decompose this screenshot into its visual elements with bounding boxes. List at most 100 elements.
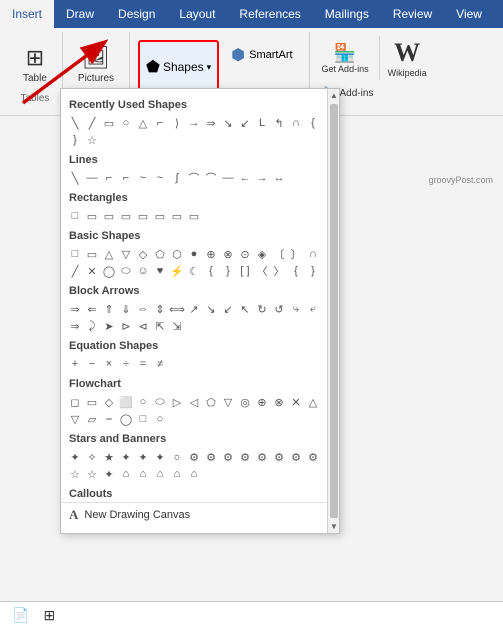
shape-item[interactable]: ⚙ (288, 449, 304, 465)
wikipedia-button[interactable]: W Wikipedia (379, 36, 431, 80)
shape-item[interactable]: ▭ (152, 208, 168, 224)
shape-item[interactable]: ╱ (67, 263, 83, 279)
shape-item[interactable]: ◯ (101, 263, 117, 279)
shape-item[interactable]: ▭ (169, 208, 185, 224)
shape-item[interactable]: → (254, 170, 270, 186)
shape-item[interactable]: ✦ (118, 449, 134, 465)
shape-item[interactable]: = (135, 356, 151, 372)
shape-item[interactable]: ⊲ (135, 318, 151, 334)
shape-item[interactable]: { (203, 263, 219, 279)
shape-item[interactable]: ⚙ (220, 449, 236, 465)
shape-item[interactable]: ⌂ (186, 466, 202, 482)
shape-item[interactable]: 〕 (288, 246, 304, 262)
shape-item[interactable]: ⎯ (101, 411, 117, 427)
shape-item[interactable]: — (220, 170, 236, 186)
shape-item[interactable]: ↖ (237, 301, 253, 317)
shape-item[interactable]: 〈 (254, 263, 270, 279)
shape-item[interactable]: ○ (135, 394, 151, 410)
shape-item[interactable]: 〉 (271, 263, 287, 279)
pictures-button[interactable]: 🖼 Pictures (71, 37, 121, 93)
shape-item[interactable]: ∫ (169, 170, 185, 186)
shape-item[interactable]: ╱ (84, 115, 100, 131)
shape-item[interactable]: ⇐ (84, 301, 100, 317)
shape-item[interactable]: ⚙ (186, 449, 202, 465)
shape-item[interactable]: } (220, 263, 236, 279)
tab-view[interactable]: View (444, 0, 494, 28)
shape-item[interactable]: ▭ (118, 208, 134, 224)
shape-item[interactable]: ⚡ (169, 263, 185, 279)
tab-review[interactable]: Review (381, 0, 444, 28)
shape-item[interactable]: △ (101, 246, 117, 262)
tab-references[interactable]: References (227, 0, 312, 28)
shape-item[interactable]: ⇔ (135, 301, 151, 317)
shape-item[interactable]: ▭ (186, 208, 202, 224)
shape-item[interactable]: ↺ (271, 301, 287, 317)
shape-item[interactable]: ⌂ (118, 466, 134, 482)
shape-item[interactable]: ⤶ (305, 301, 321, 317)
shape-item[interactable]: ↻ (254, 301, 270, 317)
tab-mailings[interactable]: Mailings (313, 0, 381, 28)
shape-item[interactable]: □ (135, 411, 151, 427)
new-drawing-canvas-button[interactable]: A New Drawing Canvas (61, 502, 339, 527)
shape-item[interactable]: ⌒ (203, 170, 219, 186)
shape-item[interactable]: ⬭ (152, 394, 168, 410)
shape-item[interactable]: ⬭ (118, 263, 134, 279)
shape-item[interactable]: ☆ (84, 132, 100, 148)
tab-insert[interactable]: Insert (0, 0, 54, 28)
shape-item[interactable]: + (67, 356, 83, 372)
shape-item[interactable]: ⚙ (254, 449, 270, 465)
shape-item[interactable]: ~ (135, 170, 151, 186)
shape-item[interactable]: ⊗ (271, 394, 287, 410)
shape-item[interactable]: ⬜ (118, 394, 134, 410)
scroll-up-arrow[interactable]: ▲ (328, 89, 339, 102)
table-view-button[interactable]: ⊞ (39, 605, 59, 626)
shape-item[interactable]: ▽ (67, 411, 83, 427)
page-view-button[interactable]: 📄 (8, 605, 33, 626)
shape-item[interactable]: ⌂ (169, 466, 185, 482)
shape-item[interactable]: ◯ (118, 411, 134, 427)
shape-item[interactable]: ⤷ (288, 301, 304, 317)
shape-item[interactable]: } (67, 132, 83, 148)
shape-item[interactable]: △ (305, 394, 321, 410)
shape-item[interactable]: ⇒ (203, 115, 219, 131)
shape-item[interactable]: ➤ (101, 318, 117, 334)
shape-item[interactable]: ∩ (288, 115, 304, 131)
shape-item[interactable]: [ ] (237, 263, 253, 279)
shape-item[interactable]: ♥ (152, 263, 168, 279)
shape-item[interactable]: ↗ (186, 301, 202, 317)
shape-item[interactable]: ● (186, 246, 202, 262)
shape-item[interactable]: ✕ (288, 394, 304, 410)
shape-item[interactable]: ⌂ (152, 466, 168, 482)
shape-item[interactable]: ◇ (101, 394, 117, 410)
shape-item[interactable]: ☼ (169, 449, 185, 465)
shape-item[interactable]: ◻ (67, 394, 83, 410)
shape-item[interactable]: { (305, 115, 321, 131)
shape-item[interactable]: △ (135, 115, 151, 131)
shape-item[interactable]: L (254, 115, 270, 131)
shape-item[interactable]: ▭ (101, 115, 117, 131)
shape-item[interactable]: ▽ (220, 394, 236, 410)
shape-item[interactable]: ⇒ (67, 318, 83, 334)
shape-item[interactable]: ○ (118, 115, 134, 131)
tab-layout[interactable]: Layout (167, 0, 227, 28)
shape-item[interactable]: ◎ (237, 394, 253, 410)
get-addins-button[interactable]: 🏪 Get Add-ins (318, 41, 373, 76)
shape-item[interactable]: ✧ (84, 449, 100, 465)
shape-item[interactable]: ⌐ (101, 170, 117, 186)
shape-item[interactable]: → (186, 115, 202, 131)
shape-item[interactable]: ⇒ (67, 301, 83, 317)
shape-item[interactable]: ▭ (84, 208, 100, 224)
shape-item[interactable]: ▭ (101, 208, 117, 224)
table-button[interactable]: ⊞ Table (16, 37, 54, 93)
shape-item[interactable]: ↰ (271, 115, 287, 131)
shape-item[interactable]: ↘ (220, 115, 236, 131)
shape-item[interactable]: ⚙ (305, 449, 321, 465)
shape-item[interactable]: ⌐ (152, 115, 168, 131)
shape-item[interactable]: − (84, 356, 100, 372)
shape-item[interactable]: ⊗ (220, 246, 236, 262)
shape-item[interactable]: ☺ (135, 263, 151, 279)
shape-item[interactable]: ▷ (169, 394, 185, 410)
dropdown-scrollbar[interactable]: ▲ ▼ (327, 89, 339, 533)
shape-item[interactable]: ✕ (84, 263, 100, 279)
shape-item[interactable]: ▭ (135, 208, 151, 224)
